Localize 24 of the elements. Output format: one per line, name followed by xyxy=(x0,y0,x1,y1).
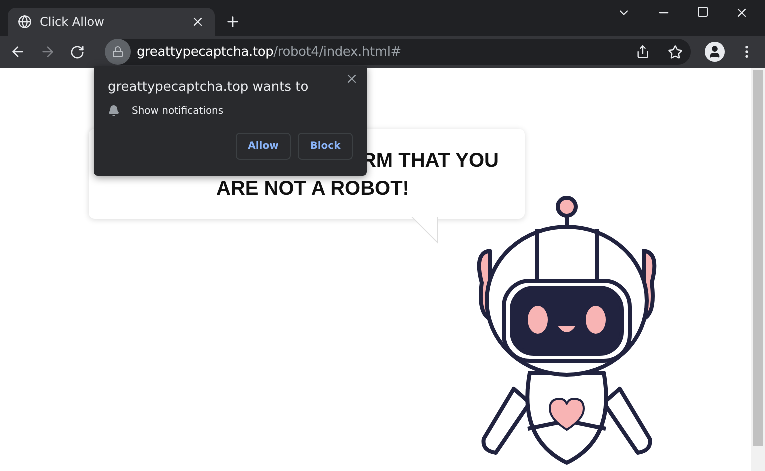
url-text: greattypecaptcha.top/robot4/index.html# xyxy=(137,44,402,60)
tab-title: Click Allow xyxy=(40,15,106,29)
lock-icon[interactable] xyxy=(112,46,124,58)
close-tab-icon[interactable] xyxy=(191,15,205,29)
browser-tab[interactable]: Click Allow xyxy=(8,8,215,36)
scrollbar[interactable] xyxy=(751,68,765,471)
popup-title: greattypecaptcha.top wants to xyxy=(108,80,310,95)
globe-icon xyxy=(18,15,32,29)
block-button[interactable]: Block xyxy=(298,133,353,160)
bookmark-star-icon[interactable] xyxy=(668,44,683,60)
back-icon[interactable] xyxy=(10,44,26,60)
address-bar[interactable]: greattypecaptcha.top/robot4/index.html# xyxy=(105,39,691,65)
profile-icon[interactable] xyxy=(705,42,725,62)
forward-icon[interactable] xyxy=(40,44,56,60)
share-icon[interactable] xyxy=(636,45,650,59)
headline-text: ARE NOT A ROBOT! xyxy=(216,177,410,202)
close-icon[interactable] xyxy=(735,6,749,20)
maximize-icon[interactable] xyxy=(697,6,709,18)
new-tab-icon[interactable] xyxy=(225,14,241,30)
close-icon[interactable] xyxy=(345,72,359,86)
bell-icon xyxy=(108,105,120,117)
allow-button[interactable]: Allow xyxy=(236,133,291,160)
permission-label: Show notifications xyxy=(132,106,224,116)
reload-icon[interactable] xyxy=(70,44,85,60)
